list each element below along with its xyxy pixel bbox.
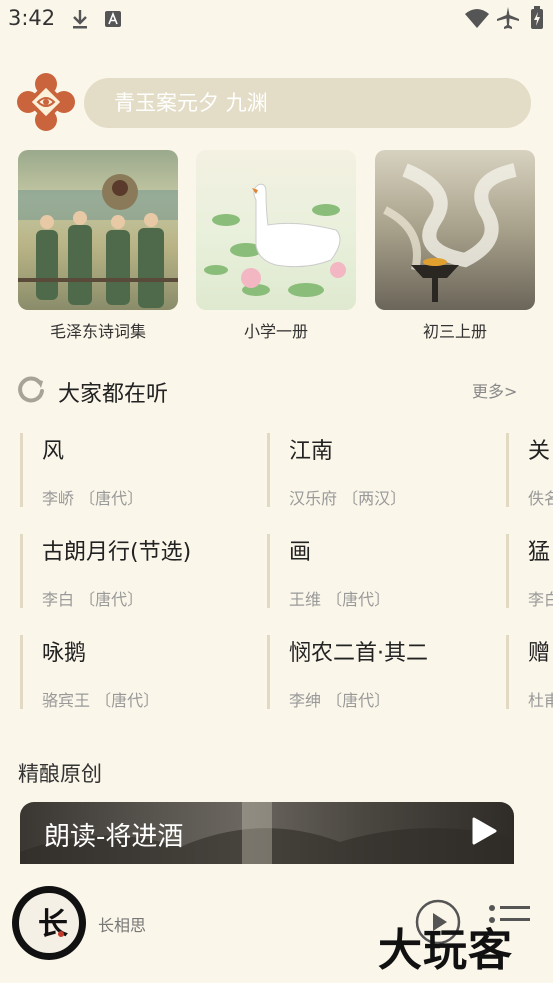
poem-author: 李白 〔唐代〕 (42, 590, 144, 609)
download-icon (73, 10, 87, 29)
poem-divider (20, 635, 23, 709)
notification-a-icon (105, 11, 121, 27)
poem-divider (20, 433, 23, 507)
poem-title: 咏鹅 (42, 641, 87, 666)
poem-divider (267, 635, 270, 709)
poem-divider (506, 534, 509, 608)
original-banner[interactable]: 朗读-将进酒 (20, 802, 514, 864)
section-title-popular: 大家都在听 (58, 382, 169, 407)
avatar-seal: 长 (17, 891, 81, 955)
poem-author: 佚名 (528, 489, 553, 507)
poem-author: 李绅 〔唐代〕 (289, 691, 391, 710)
poem-author: 骆宾王 〔唐代〕 (42, 691, 160, 710)
poem-divider (20, 534, 23, 608)
wifi-icon (465, 9, 489, 28)
goose-illustration (204, 183, 346, 297)
book-cover-grade1[interactable] (196, 150, 356, 310)
refresh-icon[interactable] (16, 375, 46, 405)
poem-item[interactable]: 画 王维 〔唐代〕 (267, 534, 512, 609)
banner-title: 朗读-将进酒 (44, 822, 184, 852)
section-title-original: 精酿原创 (18, 762, 102, 786)
app-logo[interactable] (16, 72, 76, 132)
poem-title: 赠 (528, 641, 551, 666)
book-cover-maozedong[interactable] (18, 150, 178, 310)
status-bar: 3:42 (0, 0, 553, 38)
poem-item[interactable]: 赠 杜甫 (506, 635, 553, 709)
airplane-mode-icon (497, 7, 519, 29)
poem-item[interactable]: 江南 汉乐府 〔两汉〕 (267, 433, 512, 508)
book-title: 毛泽东诗词集 (49, 322, 146, 341)
poem-author: 王维 〔唐代〕 (289, 590, 391, 609)
play-icon[interactable] (468, 816, 498, 846)
status-time: 3:42 (8, 6, 56, 30)
book-title: 初三上册 (422, 322, 487, 341)
book-illustration (18, 174, 178, 308)
smoke-illustration (383, 163, 517, 302)
poem-divider (506, 635, 509, 709)
search-input[interactable]: 青玉案元夕 九渊 (84, 78, 531, 128)
poem-divider (506, 433, 509, 507)
poem-item[interactable]: 猛 李白 (506, 534, 553, 608)
poem-divider (267, 534, 270, 608)
poem-title: 画 (289, 540, 312, 565)
poem-item[interactable]: 咏鹅 骆宾王 〔唐代〕 (20, 635, 265, 710)
poem-divider (267, 433, 270, 507)
poem-item[interactable]: 风 李峤 〔唐代〕 (20, 433, 265, 508)
poem-author: 杜甫 (528, 691, 553, 709)
poem-item[interactable]: 关 佚名 (506, 433, 553, 507)
poem-title: 猛 (528, 540, 551, 565)
poem-title: 悯农二首·其二 (289, 641, 428, 666)
poem-title: 风 (42, 439, 65, 464)
poem-title: 江南 (289, 439, 334, 464)
poem-item[interactable]: 悯农二首·其二 李绅 〔唐代〕 (267, 635, 512, 710)
more-link[interactable]: 更多> (472, 378, 517, 402)
poem-title: 关 (528, 439, 551, 464)
watermark: 大玩客 (378, 925, 513, 976)
book-cover-grade9[interactable] (375, 150, 535, 310)
now-playing-avatar[interactable]: 长 (12, 886, 86, 960)
poem-author: 李峤 〔唐代〕 (42, 489, 144, 508)
battery-icon (531, 6, 543, 29)
poem-item[interactable]: 古朗月行(节选) 李白 〔唐代〕 (20, 534, 265, 609)
now-playing-title: 长相思 (98, 916, 147, 935)
book-title: 小学一册 (243, 322, 308, 341)
poem-author: 汉乐府 〔两汉〕 (289, 489, 407, 508)
poem-author: 李白 (528, 590, 553, 608)
avatar-char: 长 (38, 907, 68, 942)
poem-title: 古朗月行(节选) (42, 540, 192, 565)
